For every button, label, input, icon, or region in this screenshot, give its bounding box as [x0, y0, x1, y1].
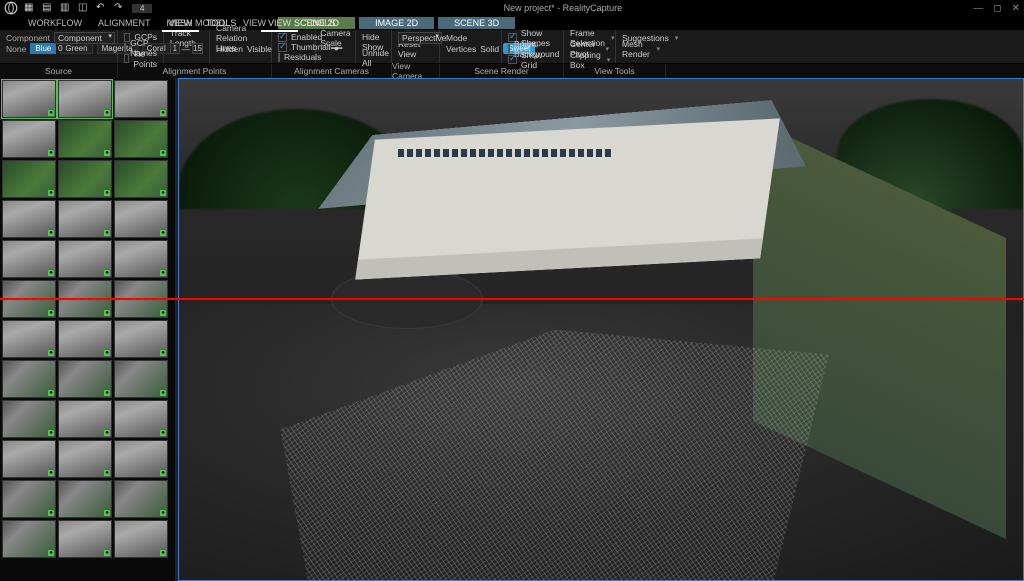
history-step[interactable]: 4 [132, 4, 152, 13]
thumbnail[interactable]: ● [58, 120, 112, 158]
thumbnail[interactable]: ● [58, 480, 112, 518]
thumbnail[interactable]: ● [114, 240, 168, 278]
subtab-tools-2[interactable]: TOOLS [298, 16, 342, 32]
section-strip: Source Alignment Points Alignment Camera… [0, 64, 1024, 78]
color-none[interactable]: None [6, 44, 26, 54]
thumbnail[interactable]: ● [2, 520, 56, 558]
mode-label: Mode [446, 33, 467, 43]
layout2-icon[interactable]: ▤ [42, 2, 54, 14]
thumbnail[interactable]: ● [2, 240, 56, 278]
close-icon[interactable]: ✕ [1012, 3, 1020, 14]
maximize-icon[interactable]: ◻ [993, 3, 1001, 14]
thumbnail[interactable]: ● [58, 400, 112, 438]
thumbnail[interactable]: ● [114, 120, 168, 158]
perspective-dropdown[interactable]: Perspective [398, 32, 442, 44]
thumbnail[interactable]: ● [2, 360, 56, 398]
thumbnail[interactable]: ● [58, 520, 112, 558]
meshrender-btn[interactable]: Mesh Render [622, 39, 650, 59]
window-title: New project* - RealityCapture [152, 3, 973, 13]
hide-btn[interactable]: Hide [362, 32, 379, 42]
residuals-checkbox[interactable] [278, 53, 280, 62]
thumbnail[interactable]: ● [114, 80, 168, 118]
scale-slider[interactable]: ━●━ [331, 43, 340, 54]
ribbon-tabs: WORKFLOW ALIGNMENT MESH MODEL VIEW SCENE… [0, 16, 1024, 30]
thumbnail[interactable]: ● [2, 480, 56, 518]
visible-btn[interactable]: Visible [247, 44, 272, 54]
component-label: Component [6, 33, 50, 43]
section-viewtools: View Tools [564, 64, 666, 78]
thumbnail[interactable]: ● [58, 240, 112, 278]
thumbnail[interactable]: ● [114, 200, 168, 238]
thumbnail[interactable]: ● [2, 120, 56, 158]
tab-alignment[interactable]: ALIGNMENT [90, 16, 159, 30]
grid-icon[interactable]: ▦ [24, 2, 36, 14]
subtab-tools-1[interactable]: TOOLS [199, 16, 243, 32]
thumbnail-checkbox[interactable] [278, 43, 287, 52]
ctx-image2d[interactable]: IMAGE 2D [359, 17, 434, 29]
thumbnail[interactable]: ● [2, 200, 56, 238]
section-aligncameras: Alignment Cameras [272, 64, 392, 78]
thumbnail[interactable]: ● [114, 440, 168, 478]
thumbnail[interactable]: ● [2, 320, 56, 358]
thumbnail[interactable]: ● [58, 80, 112, 118]
red-guide-line [0, 298, 1024, 300]
tab-workflow[interactable]: WORKFLOW [20, 16, 90, 30]
subtab-view-1[interactable]: VIEW [162, 16, 199, 32]
thumbnail[interactable]: ● [114, 320, 168, 358]
app-logo-icon [4, 1, 18, 15]
layout3-icon[interactable]: ▥ [60, 2, 72, 14]
thumbnail-pane[interactable]: ● ● ● ● ● ● ● ● ● ● ● ● ● ● ● ● ● ● ● ● … [0, 78, 175, 581]
thumbnail[interactable]: ● [114, 360, 168, 398]
toolbar: Component Component 0 None Blue Green Ma… [0, 30, 1024, 64]
thumbnail[interactable]: ● [2, 160, 56, 198]
titlebar: ▦ ▤ ▥ ◫ ↶ ↷ 4 New project* - RealityCapt… [0, 0, 1024, 16]
component-dropdown[interactable]: Component 0 [54, 32, 115, 44]
color-green[interactable]: Green [60, 43, 92, 54]
showshapes-checkbox[interactable] [508, 33, 517, 42]
thumbnail[interactable]: ● [114, 520, 168, 558]
solid-btn[interactable]: Solid [480, 44, 499, 54]
layout4-icon[interactable]: ◫ [78, 2, 90, 14]
brightbg-checkbox[interactable] [508, 44, 510, 53]
thumbnail[interactable]: ● [58, 320, 112, 358]
section-alignpoints: Alignment Points [118, 64, 272, 78]
section-viewcamera: View Camera [392, 64, 440, 78]
section-scenerender: Scene Render [440, 64, 564, 78]
thumbnail[interactable]: ● [58, 200, 112, 238]
subtab-view-2[interactable]: VIEW [261, 16, 298, 32]
color-blue[interactable]: Blue [30, 43, 56, 54]
tiepoints-checkbox[interactable] [124, 54, 129, 63]
hidden-btn[interactable]: Hidden [216, 44, 243, 54]
track-to[interactable]: 15 [192, 43, 203, 54]
showgrid-checkbox[interactable] [508, 55, 517, 64]
redo-icon[interactable]: ↷ [114, 2, 126, 14]
thumbnail[interactable]: ● [58, 360, 112, 398]
thumbnail[interactable]: ● [2, 80, 56, 118]
undo-icon[interactable]: ↶ [96, 2, 108, 14]
thumbnail[interactable]: ● [2, 440, 56, 478]
thumbnail[interactable]: ● [58, 160, 112, 198]
minimize-icon[interactable]: — [973, 3, 983, 14]
scene-windows [398, 149, 736, 249]
thumbnail[interactable]: ● [114, 400, 168, 438]
gcpnames-checkbox[interactable] [124, 43, 126, 52]
section-source: Source [0, 64, 118, 78]
ctx-scene3d[interactable]: SCENE 3D [438, 17, 515, 29]
track-from[interactable]: 1 [170, 43, 180, 54]
main-area: ● ● ● ● ● ● ● ● ● ● ● ● ● ● ● ● ● ● ● ● … [0, 78, 1024, 581]
3d-viewport[interactable]: 3Ds [178, 78, 1024, 581]
thumbnail[interactable]: ● [114, 160, 168, 198]
thumbnail[interactable]: ● [114, 480, 168, 518]
thumbnail[interactable]: ● [58, 440, 112, 478]
thumbnail[interactable]: ● [2, 400, 56, 438]
vertices-btn[interactable]: Vertices [446, 44, 476, 54]
